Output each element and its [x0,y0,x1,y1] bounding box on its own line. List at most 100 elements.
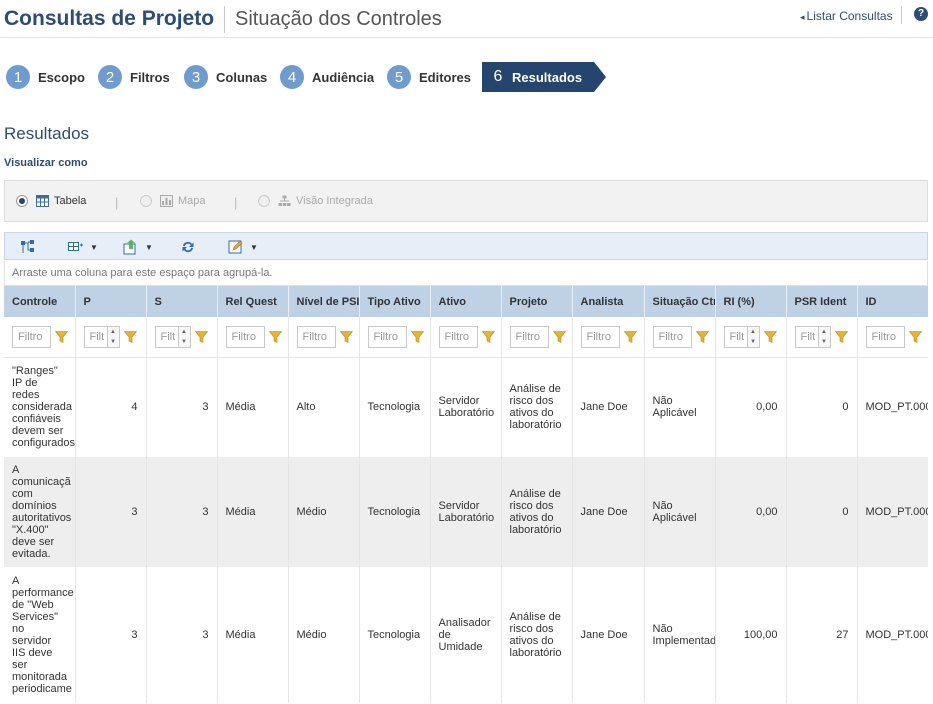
filter-cell: Filtro [430,317,502,358]
filter-funnel-icon[interactable] [763,330,777,343]
spinner-arrows-icon[interactable]: ▲ ▼ [107,325,120,348]
filter-input[interactable]: Filtro [296,325,336,348]
filter-funnel-icon[interactable] [695,330,709,343]
view-option-map[interactable]: Mapa [140,195,206,207]
filter-funnel-icon[interactable] [194,330,208,343]
hierarchy-icon [21,240,34,253]
column-header-controle[interactable]: Controle [4,286,76,317]
column-header-tipo-ativo[interactable]: Tipo Ativo [359,286,431,317]
filter-row: Filtro Filt ▲ ▼ Filt ▲ ▼ Filtro Filtro Filtr… [4,317,928,358]
column-header-p[interactable]: P [75,286,147,317]
filter-cell: Filtro [644,317,716,358]
filter-funnel-icon[interactable] [268,330,282,343]
filter-cell: Filtro [857,317,928,358]
filter-funnel-icon[interactable] [339,330,353,343]
filter-input[interactable]: Filtro [12,325,51,348]
group-drop-area[interactable]: Arraste uma coluna para este espaço para… [4,261,928,286]
map-icon [160,195,173,207]
hierarchy-button[interactable] [20,238,36,256]
list-queries-link[interactable]: ◂ Listar Consultas [800,9,893,23]
cell-analista: Jane Doe [572,567,645,703]
step-number: 6 [493,68,503,85]
filter-input[interactable]: Filtro [652,325,692,348]
hierarchy-icon [278,195,291,206]
step-editores[interactable]: 5 Editores [387,62,471,92]
step-audiencia[interactable]: 4 Audiência [280,62,374,92]
step-colunas[interactable]: 3 Colunas [184,62,267,92]
cell-nivel-psi: Médio [288,457,360,567]
column-header-projeto[interactable]: Projeto [501,286,573,317]
filter-funnel-icon[interactable] [834,330,848,343]
results-grid: Controle P S Rel Quest Nível de PSI Tipo… [4,286,928,704]
filter-funnel-icon[interactable] [908,330,922,343]
cell-tipo-ativo: Tecnologia [359,567,431,703]
filter-funnel-icon[interactable] [410,330,424,343]
chevron-down-icon: ▼ [145,242,153,252]
filter-input[interactable]: Filtro [225,325,265,348]
filter-cell: Filtro [501,317,573,358]
cell-analista: Jane Doe [572,457,645,567]
column-header-rel-quest[interactable]: Rel Quest [217,286,289,317]
table-row[interactable]: "Ranges" IP de redes considerada confiáv… [4,357,928,457]
filter-input[interactable]: Filt [154,325,179,348]
integrated-radio[interactable] [258,195,270,207]
edit-button[interactable]: ▼ [228,238,258,256]
spinner-arrows-icon[interactable]: ▲ ▼ [747,325,760,348]
column-header-s[interactable]: S [146,286,218,317]
table-row[interactable]: A performance de "Web Services" no servi… [4,567,928,703]
step-number: 5 [387,65,411,89]
export-button[interactable]: ▼ [123,238,153,256]
filter-input[interactable]: Filtro [865,325,905,348]
map-option-label: Mapa [178,195,206,207]
filter-input[interactable]: Filt [794,325,819,348]
step-filtros[interactable]: 2 Filtros [98,62,170,92]
cell-id: MOD_PT.000 [857,357,928,457]
filter-cell: Filt ▲ ▼ [715,317,787,358]
chevron-down-icon: ▼ [90,242,98,252]
refresh-button[interactable] [180,238,196,256]
filter-input[interactable]: Filtro [509,325,549,348]
filter-funnel-icon[interactable] [481,330,495,343]
filter-input[interactable]: Filt [723,325,748,348]
step-resultados[interactable]: 6 Resultados [482,62,607,92]
cell-p: 3 [75,567,147,703]
column-header-nivel-psi[interactable]: Nível de PSI [288,286,360,317]
column-header-situacao[interactable]: Situação Ctrl [644,286,716,317]
spinner-arrows-icon[interactable]: ▲ ▼ [178,325,191,348]
filter-input[interactable]: Filtro [367,325,407,348]
cell-s: 3 [146,457,218,567]
column-header-ri[interactable]: RI (%) [715,286,787,317]
column-header-analista[interactable]: Analista [572,286,645,317]
columns-icon [68,242,83,251]
filter-cell: Filtro [4,317,76,358]
cell-id: MOD_PT.000 [857,567,928,703]
table-radio[interactable] [16,195,28,207]
filter-funnel-icon[interactable] [623,330,637,343]
filter-funnel-icon[interactable] [55,330,68,343]
map-radio[interactable] [140,195,152,207]
table-row[interactable]: A comunicaçã com domínios autoritativos … [4,457,928,567]
filter-input[interactable]: Filtro [438,325,478,348]
filter-input[interactable]: Filt [83,325,108,348]
column-header-ativo[interactable]: Ativo [430,286,502,317]
columns-button[interactable]: ▼ [68,238,98,256]
table-option-label: Tabela [54,195,87,207]
filter-funnel-icon[interactable] [552,330,566,343]
cell-rel-quest: Média [217,357,289,457]
cell-situacao: Não Aplicável [644,457,716,567]
filter-input[interactable]: Filtro [580,325,620,348]
cell-nivel-psi: Alto [288,357,360,457]
column-header-id[interactable]: ID [857,286,928,317]
page-subtitle: Situação dos Controles [235,8,442,30]
step-label: Colunas [216,69,268,85]
filter-funnel-icon[interactable] [123,330,137,343]
view-option-integrated[interactable]: Visão Integrada [258,195,373,207]
cell-id: MOD_PT.000 [857,457,928,567]
help-icon[interactable]: ? [914,7,928,21]
column-header-psr-ident[interactable]: PSR Ident [786,286,858,317]
cell-rel-quest: Média [217,457,289,567]
cell-tipo-ativo: Tecnologia [359,457,431,567]
spinner-arrows-icon[interactable]: ▲ ▼ [818,325,831,348]
step-escopo[interactable]: 1 Escopo [6,62,85,92]
view-option-table[interactable]: Tabela [16,195,86,207]
